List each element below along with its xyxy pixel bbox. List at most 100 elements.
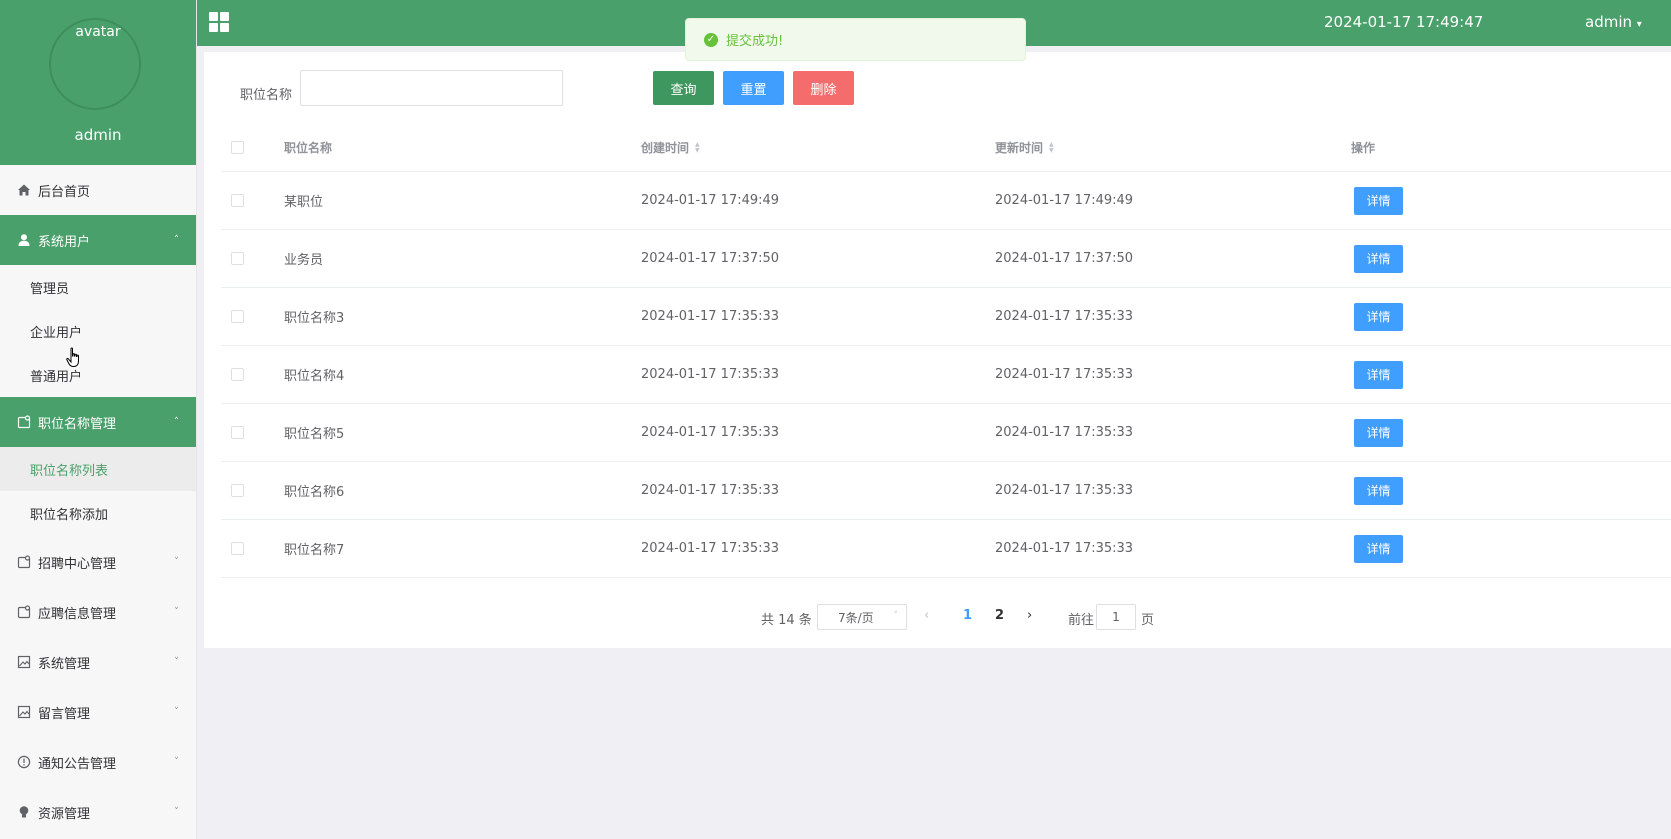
sidebar-item-label: 资源管理 <box>38 806 91 822</box>
goto-page-input[interactable] <box>1096 604 1136 630</box>
sidebar-subitem-normal-users[interactable]: 普通用户 <box>0 353 196 397</box>
cell-updated: 2024-01-17 17:35:33 <box>995 541 1134 556</box>
chevron-down-icon: ˅ <box>174 756 179 768</box>
bulb-icon <box>16 804 32 820</box>
check-circle-icon: ✓ <box>704 32 718 47</box>
delete-button[interactable]: 删除 <box>793 71 854 105</box>
chevron-up-icon: ˄ <box>174 234 179 246</box>
table-row: 某职位 2024-01-17 17:49:49 2024-01-17 17:49… <box>221 172 1671 230</box>
info-icon <box>16 754 32 770</box>
chevron-down-icon: ˅ <box>174 556 179 568</box>
header-created-label: 创建时间 <box>641 141 690 155</box>
cell-updated: 2024-01-17 17:37:50 <box>995 251 1134 266</box>
detail-button[interactable]: 详情 <box>1354 476 1403 505</box>
sidebar-item-system-users[interactable]: 系统用户 ˄ <box>0 215 196 265</box>
detail-button[interactable]: 详情 <box>1354 418 1403 447</box>
row-checkbox[interactable] <box>231 484 244 497</box>
sidebar-item-label: 职位名称管理 <box>38 416 117 432</box>
row-checkbox[interactable] <box>231 194 244 207</box>
sidebar-item-messages[interactable]: 留言管理 ˅ <box>0 687 196 737</box>
user-menu[interactable]: admin ▾ <box>1585 13 1642 31</box>
current-datetime: 2024-01-17 17:49:47 <box>1324 13 1484 31</box>
page-size-value: 7条/页 <box>838 610 874 625</box>
sort-icon[interactable]: ▲ ▼ <box>1049 141 1054 154</box>
row-checkbox[interactable] <box>231 426 244 439</box>
header-created[interactable]: 创建时间 ▲ ▼ <box>641 124 700 171</box>
reset-button[interactable]: 重置 <box>723 71 784 105</box>
avatar-alt-text: avatar <box>75 24 121 40</box>
sidebar-subitem-position-add[interactable]: 职位名称添加 <box>0 491 196 535</box>
page-number-2[interactable]: 2 <box>995 608 1004 623</box>
table-row: 职位名称3 2024-01-17 17:35:33 2024-01-17 17:… <box>221 288 1671 346</box>
sidebar-item-system-management[interactable]: 系统管理 ˅ <box>0 637 196 687</box>
sidebar: avatar admin 后台首页 系统用户 ˄ 管理员 企业用户 普通用户 职… <box>0 0 197 839</box>
chevron-down-icon: ˅ <box>174 606 179 618</box>
header-action: 操作 <box>1351 141 1376 155</box>
image-icon <box>16 654 32 670</box>
row-checkbox[interactable] <box>231 542 244 555</box>
chevron-down-icon: ˅ <box>893 611 899 621</box>
sidebar-subitem-label: 管理员 <box>30 281 70 297</box>
sidebar-item-position-management[interactable]: 职位名称管理 ˄ <box>0 397 196 447</box>
page-suffix: 页 <box>1141 613 1155 628</box>
detail-button[interactable]: 详情 <box>1354 360 1403 389</box>
sidebar-item-label: 招聘中心管理 <box>38 556 117 572</box>
cell-created: 2024-01-17 17:35:33 <box>641 541 780 556</box>
user-icon <box>16 232 32 248</box>
cell-updated: 2024-01-17 17:35:33 <box>995 483 1134 498</box>
cell-name: 职位名称6 <box>284 485 345 500</box>
sidebar-item-home[interactable]: 后台首页 <box>0 165 196 215</box>
page-size-select[interactable]: 7条/页 ˅ <box>817 604 907 630</box>
row-checkbox[interactable] <box>231 252 244 265</box>
main-panel: 职位名称 查询 重置 删除 职位名称 创建时间 ▲ ▼ 更新时间 ▲ ▼ 操作 某职… <box>204 52 1671 648</box>
sidebar-item-recruitment[interactable]: 招聘中心管理 ˅ <box>0 537 196 587</box>
toast-message: 提交成功! <box>726 34 784 49</box>
position-name-input[interactable] <box>300 70 563 106</box>
sidebar-item-applications[interactable]: 应聘信息管理 ˅ <box>0 587 196 637</box>
cell-updated: 2024-01-17 17:35:33 <box>995 309 1134 324</box>
cell-created: 2024-01-17 17:35:33 <box>641 483 780 498</box>
cell-created: 2024-01-17 17:49:49 <box>641 193 780 208</box>
table-row: 职位名称7 2024-01-17 17:35:33 2024-01-17 17:… <box>221 520 1671 578</box>
chevron-down-icon: ˅ <box>174 706 179 718</box>
cell-name: 职位名称5 <box>284 427 345 442</box>
chevron-down-icon: ˅ <box>174 806 179 818</box>
detail-button[interactable]: 详情 <box>1354 302 1403 331</box>
sidebar-item-notices[interactable]: 通知公告管理 ˅ <box>0 737 196 787</box>
query-button[interactable]: 查询 <box>653 71 714 105</box>
next-page-icon[interactable]: › <box>1027 608 1032 623</box>
detail-button[interactable]: 详情 <box>1354 186 1403 215</box>
cell-updated: 2024-01-17 17:35:33 <box>995 425 1134 440</box>
sidebar-subitem-company-users[interactable]: 企业用户 <box>0 309 196 353</box>
sidebar-subitem-position-list[interactable]: 职位名称列表 <box>0 447 196 491</box>
success-toast: ✓ 提交成功! <box>685 18 1026 61</box>
hand-cursor-icon <box>66 347 79 367</box>
page-number-1[interactable]: 1 <box>963 608 972 623</box>
header-updated-label: 更新时间 <box>995 141 1044 155</box>
sidebar-subitem-label: 企业用户 <box>30 325 83 341</box>
header-name: 职位名称 <box>284 141 333 155</box>
cell-name: 某职位 <box>284 195 324 210</box>
sidebar-item-label: 系统用户 <box>38 234 91 250</box>
detail-button[interactable]: 详情 <box>1354 244 1403 273</box>
select-all-checkbox[interactable] <box>231 141 244 154</box>
search-label: 职位名称 <box>240 88 293 103</box>
folder-icon <box>16 604 32 620</box>
menu-grid-icon[interactable] <box>209 12 229 32</box>
sort-icon[interactable]: ▲ ▼ <box>695 141 700 154</box>
sidebar-subitem-admin[interactable]: 管理员 <box>0 265 196 309</box>
prev-page-icon[interactable]: ‹ <box>924 608 929 623</box>
table-header-row: 职位名称 创建时间 ▲ ▼ 更新时间 ▲ ▼ 操作 <box>221 124 1671 172</box>
header-updated[interactable]: 更新时间 ▲ ▼ <box>995 124 1054 171</box>
pagination-total: 共 14 条 <box>761 613 812 628</box>
row-checkbox[interactable] <box>231 368 244 381</box>
row-checkbox[interactable] <box>231 310 244 323</box>
sidebar-subitem-label: 职位名称添加 <box>30 507 109 523</box>
sidebar-item-label: 应聘信息管理 <box>38 606 117 622</box>
caret-down-icon: ▾ <box>1636 19 1642 30</box>
cell-created: 2024-01-17 17:37:50 <box>641 251 780 266</box>
sidebar-item-resources[interactable]: 资源管理 ˅ <box>0 787 196 837</box>
folder-icon <box>16 554 32 570</box>
cell-name: 职位名称4 <box>284 369 345 384</box>
detail-button[interactable]: 详情 <box>1354 534 1403 563</box>
